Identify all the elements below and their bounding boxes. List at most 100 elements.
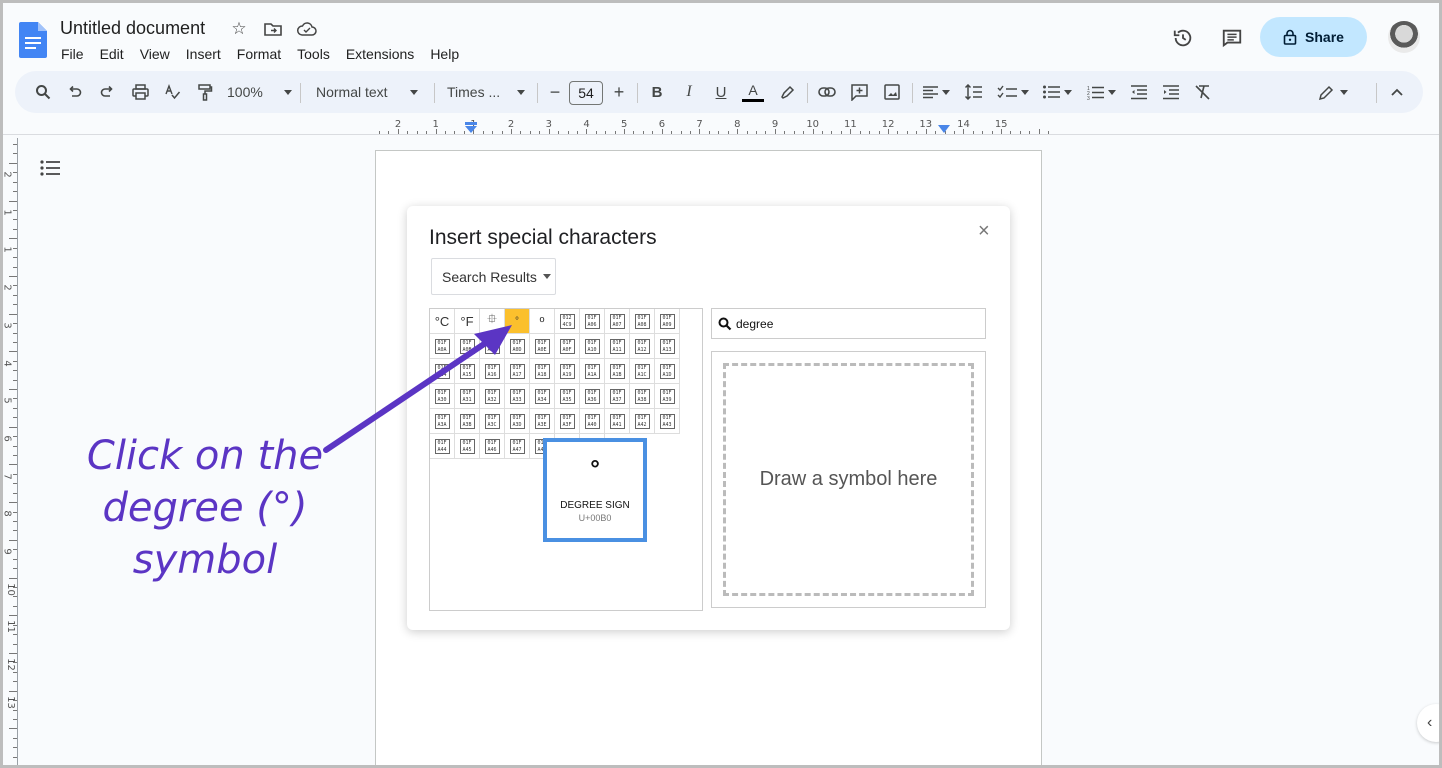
character-cell[interactable]: 01F A14 (430, 359, 455, 384)
character-cell[interactable]: 01F A13 (655, 334, 680, 359)
character-cell[interactable]: 01F A31 (455, 384, 480, 409)
character-cell[interactable]: 01F A30 (430, 384, 455, 409)
character-cell[interactable]: 01F A32 (480, 384, 505, 409)
character-cell[interactable]: °C (430, 309, 455, 334)
bold-button[interactable]: B (645, 71, 669, 113)
character-cell[interactable]: 01F A3B (455, 409, 480, 434)
character-cell[interactable]: ⯐ (480, 309, 505, 334)
font-select[interactable]: Times ... (447, 71, 525, 113)
right-indent-marker-icon[interactable] (938, 125, 950, 134)
account-avatar[interactable] (1388, 21, 1420, 53)
character-cell[interactable]: 01F A0E (530, 334, 555, 359)
character-cell[interactable]: 01F A07 (605, 309, 630, 334)
character-cell[interactable]: 01F A12 (630, 334, 655, 359)
star-icon[interactable]: ☆ (229, 19, 249, 39)
character-cell[interactable]: 01F A37 (605, 384, 630, 409)
decrease-font-size-button[interactable]: − (545, 71, 565, 113)
menu-view[interactable]: View (140, 44, 176, 64)
checklist-select[interactable] (995, 71, 1031, 113)
font-size-input[interactable]: 54 (569, 81, 603, 105)
numbered-list-select[interactable]: 123 (1083, 71, 1119, 113)
search-menus-icon[interactable] (31, 71, 55, 113)
character-cell[interactable]: 01F A41 (605, 409, 630, 434)
character-cell[interactable]: 01F A18 (530, 359, 555, 384)
add-comment-icon[interactable] (847, 71, 871, 113)
character-cell[interactable]: 01F A34 (530, 384, 555, 409)
undo-icon[interactable] (63, 71, 87, 113)
cloud-saved-icon[interactable] (297, 19, 317, 39)
left-indent-marker-icon[interactable] (465, 122, 477, 134)
horizontal-ruler[interactable]: 21123456789101112131415 (375, 117, 1055, 135)
share-button[interactable]: Share (1260, 17, 1367, 57)
character-cell[interactable]: 01F A40 (580, 409, 605, 434)
spell-check-icon[interactable] (161, 71, 185, 113)
character-cell[interactable]: 01F A11 (605, 334, 630, 359)
redo-icon[interactable] (95, 71, 119, 113)
paint-format-icon[interactable] (193, 71, 217, 113)
character-cell[interactable]: 01F A39 (655, 384, 680, 409)
menu-format[interactable]: Format (237, 44, 287, 64)
line-spacing-icon[interactable] (961, 71, 985, 113)
docs-logo-icon[interactable] (19, 22, 47, 58)
character-cell[interactable]: 01F A45 (455, 434, 480, 459)
text-color-button[interactable]: A (741, 71, 765, 113)
character-cell[interactable]: 01F A35 (555, 384, 580, 409)
zoom-select[interactable]: 100% (227, 71, 292, 113)
version-history-icon[interactable] (1170, 25, 1196, 51)
hide-menus-icon[interactable] (1385, 71, 1409, 113)
side-panel-toggle[interactable]: ‹ (1417, 704, 1439, 742)
editing-mode-select[interactable] (1315, 71, 1351, 113)
menu-help[interactable]: Help (430, 44, 465, 64)
character-cell[interactable]: 01F A06 (580, 309, 605, 334)
character-cell[interactable]: 01F A09 (655, 309, 680, 334)
character-cell[interactable]: 01F A38 (630, 384, 655, 409)
character-cell[interactable]: 01F A3F (555, 409, 580, 434)
character-cell[interactable]: 01F A43 (655, 409, 680, 434)
character-cell[interactable]: 01F A0B (455, 334, 480, 359)
character-cell[interactable]: 01F A0C (480, 334, 505, 359)
highlight-color-icon[interactable] (775, 71, 799, 113)
character-cell-selected[interactable]: ° (505, 309, 530, 334)
decrease-indent-icon[interactable] (1127, 71, 1151, 113)
character-cell[interactable]: 01F A08 (630, 309, 655, 334)
draw-symbol-pad[interactable]: Draw a symbol here (711, 351, 986, 608)
comments-icon[interactable] (1219, 25, 1245, 51)
character-cell[interactable]: 01F A3D (505, 409, 530, 434)
document-title[interactable]: Untitled document (60, 18, 205, 39)
align-select[interactable] (919, 71, 953, 113)
character-cell[interactable]: 01F A33 (505, 384, 530, 409)
vertical-ruler[interactable]: 2112345678910111213 (3, 138, 18, 765)
clear-formatting-icon[interactable] (1191, 71, 1215, 113)
character-cell[interactable]: 01F A1C (630, 359, 655, 384)
character-search-field[interactable]: degree (711, 308, 986, 339)
character-cell[interactable]: 01F A19 (555, 359, 580, 384)
print-icon[interactable] (128, 71, 152, 113)
character-cell[interactable]: 01F A46 (480, 434, 505, 459)
character-cell[interactable]: 01F A0A (430, 334, 455, 359)
document-outline-icon[interactable] (40, 160, 60, 176)
character-cell[interactable]: 01F A1D (655, 359, 680, 384)
character-cell[interactable]: 01F A10 (580, 334, 605, 359)
character-cell[interactable]: 01F A1A (580, 359, 605, 384)
character-cell[interactable]: °F (455, 309, 480, 334)
character-cell[interactable]: 01F A15 (455, 359, 480, 384)
character-cell[interactable]: 01F A3C (480, 409, 505, 434)
menu-file[interactable]: File (61, 44, 90, 64)
character-cell[interactable]: 01F A3A (430, 409, 455, 434)
close-icon[interactable]: × (978, 220, 990, 243)
character-cell[interactable]: 01F A36 (580, 384, 605, 409)
character-cell[interactable]: 01F A47 (505, 434, 530, 459)
character-cell[interactable]: 01F A42 (630, 409, 655, 434)
menu-edit[interactable]: Edit (100, 44, 130, 64)
character-cell[interactable]: 01F A44 (430, 434, 455, 459)
menu-extensions[interactable]: Extensions (346, 44, 420, 64)
character-cell[interactable]: º (530, 309, 555, 334)
character-cell[interactable]: 01F A0F (555, 334, 580, 359)
character-cell[interactable]: 01F A3E (530, 409, 555, 434)
character-cell[interactable]: 01F A17 (505, 359, 530, 384)
insert-link-icon[interactable] (815, 71, 839, 113)
paragraph-style-select[interactable]: Normal text (316, 71, 418, 113)
increase-font-size-button[interactable]: + (609, 71, 629, 113)
menu-tools[interactable]: Tools (297, 44, 336, 64)
character-cell[interactable]: 012 4C9 (555, 309, 580, 334)
